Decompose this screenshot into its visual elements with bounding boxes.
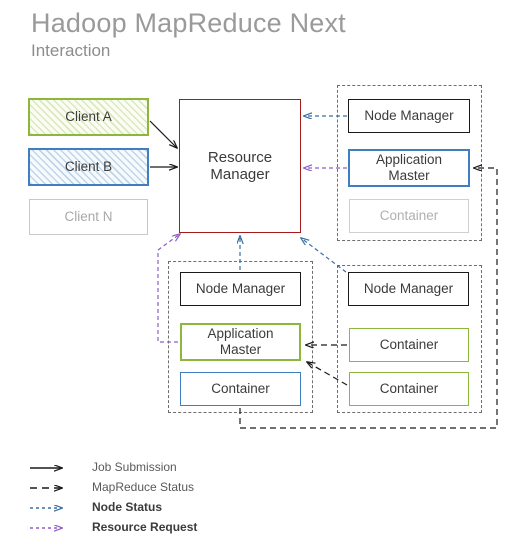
cluster-bottom-right-container-1[interactable]: Container [349, 328, 469, 362]
container-label: Container [379, 208, 439, 224]
cluster-top-right-application-master[interactable]: Application Master [348, 149, 470, 187]
legend-label-mapreduce-status: MapReduce Status [92, 480, 195, 494]
legend-label-resource-request: Resource Request [92, 520, 198, 534]
container-label: Container [211, 381, 270, 397]
resource-manager-box[interactable]: Resource Manager [179, 99, 301, 233]
legend-line-solid-icon [30, 462, 72, 474]
page-title: Hadoop MapReduce Next [31, 8, 346, 38]
legend-row-resource-request: Resource Request [30, 520, 270, 538]
cluster-bottom-right-container-2[interactable]: Container [349, 372, 469, 406]
resource-manager-label-line2: Manager [210, 166, 270, 183]
client-a-label: Client A [65, 109, 112, 125]
legend-line-dotted-purple-icon [30, 522, 72, 534]
resource-manager-label-line1: Resource [207, 148, 273, 166]
container-label: Container [379, 381, 439, 397]
node-manager-label: Node Manager [195, 281, 286, 297]
application-master-label-line2: Master [219, 342, 262, 357]
legend-line-dotted-blue-icon [30, 502, 72, 514]
legend-row-node-status: Node Status [30, 500, 270, 518]
application-master-label-line1: Application [207, 326, 274, 342]
page-subtitle: Interaction [31, 41, 111, 60]
application-master-label-line1: Application [375, 152, 443, 168]
cluster-bottom-left-node-manager[interactable]: Node Manager [180, 272, 301, 306]
cluster-top-right-container[interactable]: Container [349, 199, 469, 233]
legend-label-node-status: Node Status [92, 500, 163, 514]
diagram-canvas: Hadoop MapReduce Next Interaction Client… [0, 0, 532, 556]
node-manager-label: Node Manager [364, 108, 454, 124]
cluster-bottom-left-application-master[interactable]: Application Master [180, 323, 301, 361]
container-label: Container [379, 337, 439, 353]
legend-row-mapreduce-status: MapReduce Status [30, 480, 270, 498]
cluster-bottom-right-node-manager[interactable]: Node Manager [348, 272, 469, 306]
cluster-bottom-left-container[interactable]: Container [180, 372, 301, 406]
legend-row-job-submission: Job Submission [30, 460, 270, 478]
client-b-label: Client B [64, 159, 113, 175]
arrow-job-submission-client-a [149, 120, 177, 148]
client-n-label: Client N [64, 209, 113, 225]
legend-label-job-submission: Job Submission [92, 460, 177, 474]
client-a-box[interactable]: Client A [28, 98, 149, 136]
node-manager-label: Node Manager [363, 281, 454, 297]
application-master-label-line2: Master [388, 168, 430, 183]
legend-line-dashed-icon [30, 482, 72, 494]
cluster-top-right-node-manager[interactable]: Node Manager [348, 99, 470, 133]
client-n-box[interactable]: Client N [29, 199, 148, 235]
client-b-box[interactable]: Client B [28, 148, 149, 186]
